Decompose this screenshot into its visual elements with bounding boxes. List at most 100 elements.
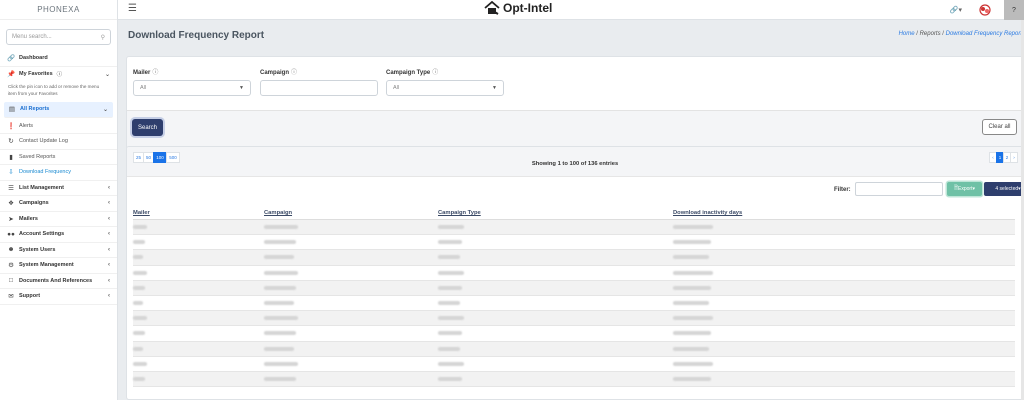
redacted-cell [264, 361, 298, 366]
sidebar-item-label: My Favorites [19, 71, 53, 78]
sidebar-item-label: Documents And References [19, 277, 93, 284]
redacted-cell [438, 240, 462, 245]
sidebar-item-favorites[interactable]: 📌 My Favorites ⓘ ⌄ [0, 67, 117, 83]
chevron-left-icon: ‹ [108, 246, 110, 253]
sidebar-item-download-frequency[interactable]: ⇩ Download Frequency [0, 165, 117, 181]
caret-down-icon: ▼ [492, 85, 497, 91]
sidebar-item-list-management[interactable]: ☰ List Management ‹ [0, 181, 117, 196]
users-icon: ●● [7, 230, 15, 238]
hamburger-menu-icon[interactable]: ☰ [128, 3, 137, 14]
breadcrumb-sep: / [916, 31, 918, 37]
company-logo-icon[interactable] [978, 3, 992, 17]
redacted-cell [264, 240, 296, 245]
link-icon: 🔗 [6, 55, 16, 63]
report-table-card: 25 50 100 500 Showing 1 to 100 of 136 en… [126, 146, 1024, 400]
search-button[interactable]: Search [132, 119, 163, 136]
redacted-cell [133, 270, 147, 275]
redacted-cell [438, 316, 464, 321]
sidebar-item-saved-reports[interactable]: ▮ Saved Reports [0, 150, 117, 165]
help-circle-icon[interactable]: ⓘ [432, 70, 438, 76]
sidebar-item-label: System Management [19, 262, 74, 269]
menu-search-input[interactable]: Menu search... ⚲ [6, 29, 111, 45]
help-button[interactable]: ? [1004, 0, 1024, 20]
redacted-cell [438, 301, 460, 305]
redacted-cell [438, 285, 462, 290]
redacted-cell [133, 361, 147, 366]
send-icon: ➤ [8, 215, 14, 223]
sidebar-item-system-management[interactable]: ⚙ System Management ‹ [0, 258, 117, 274]
campaign-type-label: Campaign Type ⓘ [386, 67, 438, 76]
chevron-down-icon: ⌄ [102, 106, 108, 113]
table-filter-input[interactable] [855, 182, 943, 196]
table-row[interactable] [133, 326, 1015, 342]
redacted-cell [264, 331, 296, 336]
help-circle-icon[interactable]: ⓘ [291, 70, 297, 76]
sidebar-item-label: Account Settings [19, 231, 65, 238]
redacted-cell [438, 346, 460, 351]
redacted-cell [133, 331, 145, 336]
filter-label: Filter: [834, 187, 851, 193]
breadcrumb-home[interactable]: Home [899, 31, 915, 37]
campaign-type-select[interactable]: All ▼ [386, 80, 504, 96]
campaigns-icon: ❖ [8, 200, 14, 208]
sidebar-item-label: Dashboard [19, 55, 48, 62]
table-row[interactable] [133, 250, 1015, 266]
redacted-cell [264, 225, 298, 229]
menu-search-placeholder: Menu search... [12, 34, 52, 40]
redacted-cell [264, 270, 298, 275]
campaign-label-text: Campaign [260, 70, 290, 76]
columns-selected-button[interactable]: 4 selected ▾ [984, 182, 1023, 196]
envelope-icon: ✉ [8, 293, 14, 301]
chevron-left-icon: ‹ [108, 277, 110, 284]
download-icon: ⇩ [8, 169, 14, 177]
table-row[interactable] [133, 341, 1015, 357]
redacted-cell [673, 225, 713, 229]
sidebar-item-documents[interactable]: □ Documents And References ‹ [0, 274, 117, 289]
clear-all-button[interactable]: Clear all [982, 119, 1017, 135]
redacted-cell [438, 331, 462, 336]
sidebar-item-system-users[interactable]: ☻ System Users ‹ [0, 243, 117, 258]
campaign-input[interactable] [260, 80, 378, 96]
sidebar-item-support[interactable]: ✉ Support ‹ [0, 289, 117, 305]
table-row[interactable] [133, 356, 1015, 372]
table-head: Mailer Campaign Campaign Type Download i… [133, 209, 1015, 220]
column-header-campaign[interactable]: Campaign [264, 210, 292, 216]
sidebar-item-contact-update-log[interactable]: ↻ Contact Update Log [0, 134, 117, 150]
table-row[interactable] [133, 265, 1015, 281]
breadcrumb-reports[interactable]: Reports [920, 31, 941, 37]
sidebar-item-account-settings[interactable]: ●● Account Settings ‹ [0, 227, 117, 243]
refresh-icon: ↻ [8, 138, 14, 146]
redacted-cell [133, 255, 143, 260]
sidebar-item-alerts[interactable]: ❗ Alerts [0, 119, 117, 134]
table-row[interactable] [133, 372, 1015, 388]
page-title: Download Frequency Report [128, 30, 265, 41]
table-row[interactable] [133, 311, 1015, 327]
sidebar-item-all-reports[interactable]: ▤ All Reports ⌄ [4, 102, 113, 118]
mailer-select[interactable]: All ▼ [133, 80, 251, 96]
pagination-next[interactable]: › [1010, 152, 1018, 163]
export-button[interactable]: 🗎 Export ▾ [947, 182, 982, 196]
table-row[interactable] [133, 220, 1015, 236]
chevron-left-icon: ‹ [108, 231, 110, 238]
user-icon: ☻ [7, 246, 15, 254]
sidebar-item-label: Support [19, 293, 41, 300]
mailer-label-text: Mailer [133, 70, 151, 76]
sidebar-item-dashboard[interactable]: 🔗 Dashboard [0, 51, 117, 67]
column-header-download-inactivity[interactable]: Download inactivity days [673, 210, 742, 216]
table-row[interactable] [133, 235, 1015, 251]
sidebar-item-label: Alerts [19, 122, 34, 129]
app-logo[interactable]: Opt-Intel [484, 1, 552, 15]
help-circle-icon[interactable]: ⓘ [152, 70, 158, 76]
table-row[interactable] [133, 296, 1015, 312]
table-row[interactable] [133, 280, 1015, 296]
sidebar-item-mailers[interactable]: ➤ Mailers ‹ [0, 212, 117, 227]
sidebar-item-campaigns[interactable]: ❖ Campaigns ‹ [0, 196, 117, 212]
campaign-type-select-value: All [393, 85, 400, 91]
link-dropdown-icon[interactable]: 🔗▾ [950, 6, 962, 14]
redacted-cell [133, 225, 147, 229]
help-circle-icon[interactable]: ⓘ [57, 70, 63, 78]
column-header-campaign-type[interactable]: Campaign Type [438, 210, 481, 216]
redacted-cell [264, 285, 296, 290]
pagination: ‹ 1 2 › [989, 152, 1018, 163]
column-header-mailer[interactable]: Mailer [133, 210, 150, 216]
